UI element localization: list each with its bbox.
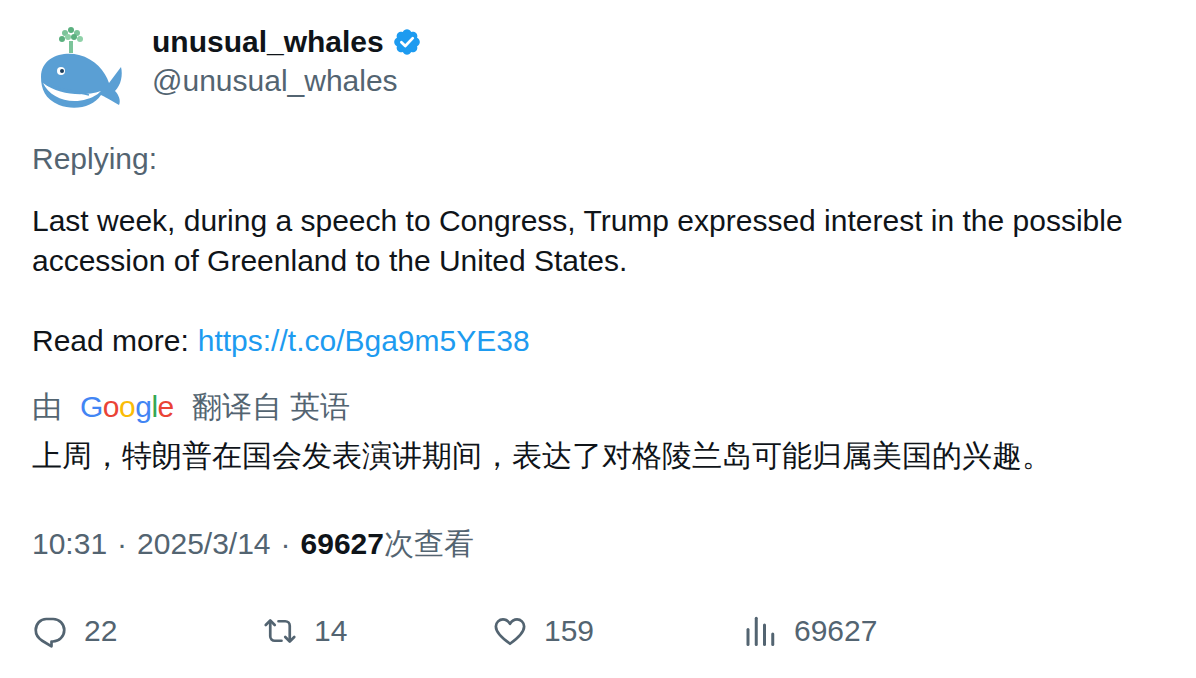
whale-avatar-icon: [35, 25, 125, 115]
google-logo: Google: [80, 387, 174, 427]
tweet-content: Replying: Last week, during a speech to C…: [0, 139, 1168, 651]
like-action[interactable]: 159: [492, 611, 742, 651]
reply-icon: [32, 613, 68, 649]
read-more-line: Read more:https://t.co/Bga9m5YE38: [32, 321, 1168, 361]
tweet-time[interactable]: 10:31: [32, 524, 107, 564]
author-name[interactable]: unusual_whales: [152, 22, 384, 61]
replying-label: Replying:: [32, 139, 1168, 179]
retweet-icon: [262, 613, 298, 649]
author-block: unusual_whales@unusual_whales: [152, 22, 422, 100]
read-more-label: Read more:: [32, 321, 189, 361]
views-label: 次查看: [384, 524, 474, 564]
reply-action[interactable]: 22: [32, 611, 262, 651]
tweet-date[interactable]: 2025/3/14: [137, 524, 270, 564]
action-bar: 22 14 159 69627: [32, 611, 1168, 651]
translated-text: 上周，特朗普在国会发表演讲期间，表达了对格陵兰岛可能归属美国的兴趣。: [32, 436, 1168, 476]
like-count: 159: [544, 611, 594, 651]
views-count: 69627: [301, 524, 384, 564]
retweet-count: 14: [314, 611, 347, 651]
tweet-header: unusual_whales@unusual_whales: [0, 0, 1168, 115]
tweet-text: Last week, during a speech to Congress, …: [32, 201, 1168, 281]
reply-count: 22: [84, 611, 117, 651]
verified-badge-icon: [392, 27, 422, 57]
translation-line: 由 Google 翻译自 英语: [32, 387, 1168, 427]
author-name-line: unusual_whales: [152, 22, 422, 61]
meta-separator: ·: [281, 524, 291, 564]
like-icon: [492, 613, 528, 649]
views-count: 69627: [794, 611, 877, 651]
tweet-meta: 10:31·2025/3/14·69627次查看: [32, 524, 1168, 564]
translation-source: 翻译自 英语: [192, 387, 350, 427]
views-icon: [742, 613, 778, 649]
translation-prefix: 由: [32, 387, 62, 427]
read-more-link[interactable]: https://t.co/Bga9m5YE38: [198, 321, 530, 361]
retweet-action[interactable]: 14: [262, 611, 492, 651]
author-handle[interactable]: @unusual_whales: [152, 61, 422, 100]
views-action[interactable]: 69627: [742, 611, 972, 651]
meta-separator: ·: [117, 524, 127, 564]
